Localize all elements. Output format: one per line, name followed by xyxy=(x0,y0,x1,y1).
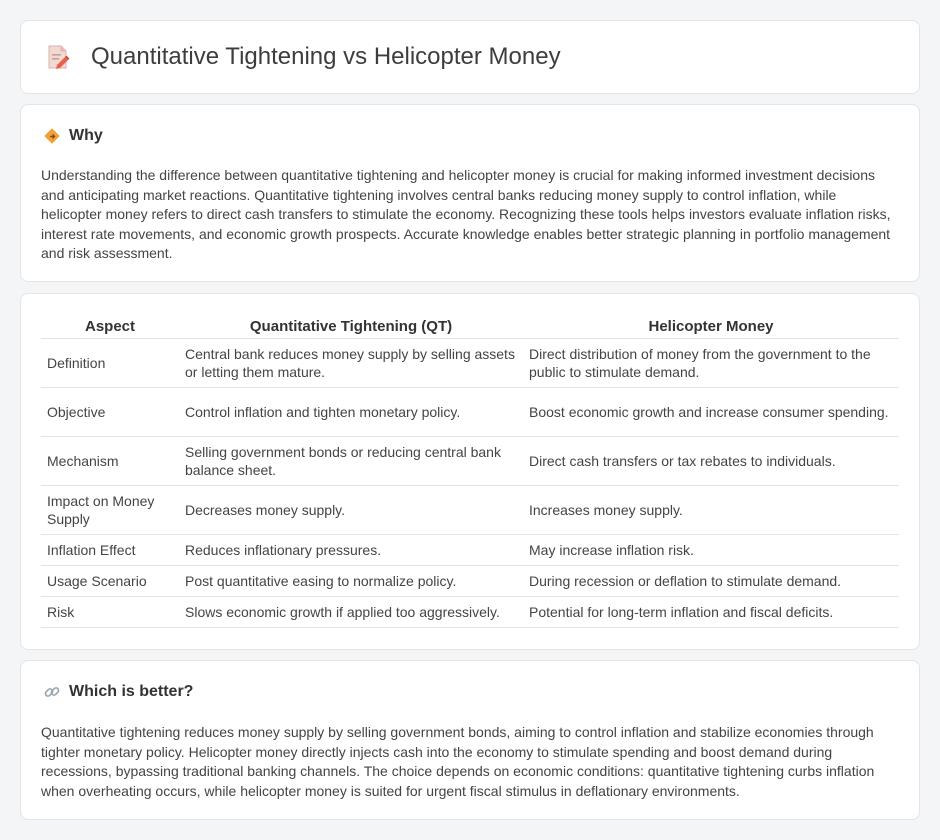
title-row: Quantitative Tightening vs Helicopter Mo… xyxy=(45,43,561,71)
better-text: Quantitative tightening reduces money su… xyxy=(41,724,875,799)
row-qt: Central bank reduces money supply by sel… xyxy=(179,338,523,388)
row-qt: Selling government bonds or reducing cen… xyxy=(179,436,523,486)
row-qt: Decreases money supply. xyxy=(179,485,523,535)
row-aspect: Mechanism xyxy=(41,436,179,486)
better-heading-row: Which is better? xyxy=(43,683,193,701)
comparison-table: Aspect Quantitative Tightening (QT) Heli… xyxy=(41,316,899,628)
row-aspect: Impact on Money Supply xyxy=(41,485,179,535)
link-icon xyxy=(44,687,60,697)
row-helicopter: During recession or deflation to stimula… xyxy=(523,565,899,597)
row-aspect: Risk xyxy=(41,596,179,628)
table-row: Impact on Money Supply Decreases money s… xyxy=(41,485,899,535)
row-helicopter: Potential for long-term inflation and fi… xyxy=(523,596,899,628)
row-helicopter: Increases money supply. xyxy=(523,485,899,535)
row-helicopter: Direct cash transfers or tax rebates to … xyxy=(523,436,899,486)
header-aspect: Aspect xyxy=(41,316,179,339)
table-header-row: Aspect Quantitative Tightening (QT) Heli… xyxy=(41,316,899,339)
row-helicopter: Boost economic growth and increase consu… xyxy=(523,387,899,437)
row-aspect: Usage Scenario xyxy=(41,565,179,597)
row-qt: Post quantitative easing to normalize po… xyxy=(179,565,523,597)
row-aspect: Objective xyxy=(41,387,179,437)
row-helicopter: Direct distribution of money from the go… xyxy=(523,338,899,388)
table-row: Usage Scenario Post quantitative easing … xyxy=(41,565,899,597)
table-row: Inflation Effect Reduces inflationary pr… xyxy=(41,534,899,566)
better-section: Which is better? Quantitative tightening… xyxy=(20,660,920,820)
row-helicopter: May increase inflation risk. xyxy=(523,534,899,566)
row-qt: Control inflation and tighten monetary p… xyxy=(179,387,523,437)
header-helicopter: Helicopter Money xyxy=(523,316,899,339)
table-row: Definition Central bank reduces money su… xyxy=(41,338,899,388)
better-heading: Which is better? xyxy=(69,683,194,700)
row-aspect: Definition xyxy=(41,338,179,388)
row-aspect: Inflation Effect xyxy=(41,534,179,566)
table-row: Mechanism Selling government bonds or re… xyxy=(41,436,899,486)
table-row: Risk Slows economic growth if applied to… xyxy=(41,596,899,628)
comparison-section: Aspect Quantitative Tightening (QT) Heli… xyxy=(20,293,920,650)
page-title: Quantitative Tightening vs Helicopter Mo… xyxy=(91,43,561,70)
diamond-signal-icon xyxy=(44,128,60,144)
row-qt: Slows economic growth if applied too agg… xyxy=(179,596,523,628)
why-text: Understanding the difference between qua… xyxy=(41,167,891,261)
title-card: Quantitative Tightening vs Helicopter Mo… xyxy=(20,20,920,94)
why-section: Why Understanding the difference between… xyxy=(20,104,920,282)
document-edit-icon xyxy=(48,45,70,69)
why-heading-row: Why xyxy=(43,127,103,145)
row-qt: Reduces inflationary pressures. xyxy=(179,534,523,566)
header-qt: Quantitative Tightening (QT) xyxy=(179,316,523,339)
why-heading: Why xyxy=(69,127,103,144)
table-row: Objective Control inflation and tighten … xyxy=(41,387,899,437)
